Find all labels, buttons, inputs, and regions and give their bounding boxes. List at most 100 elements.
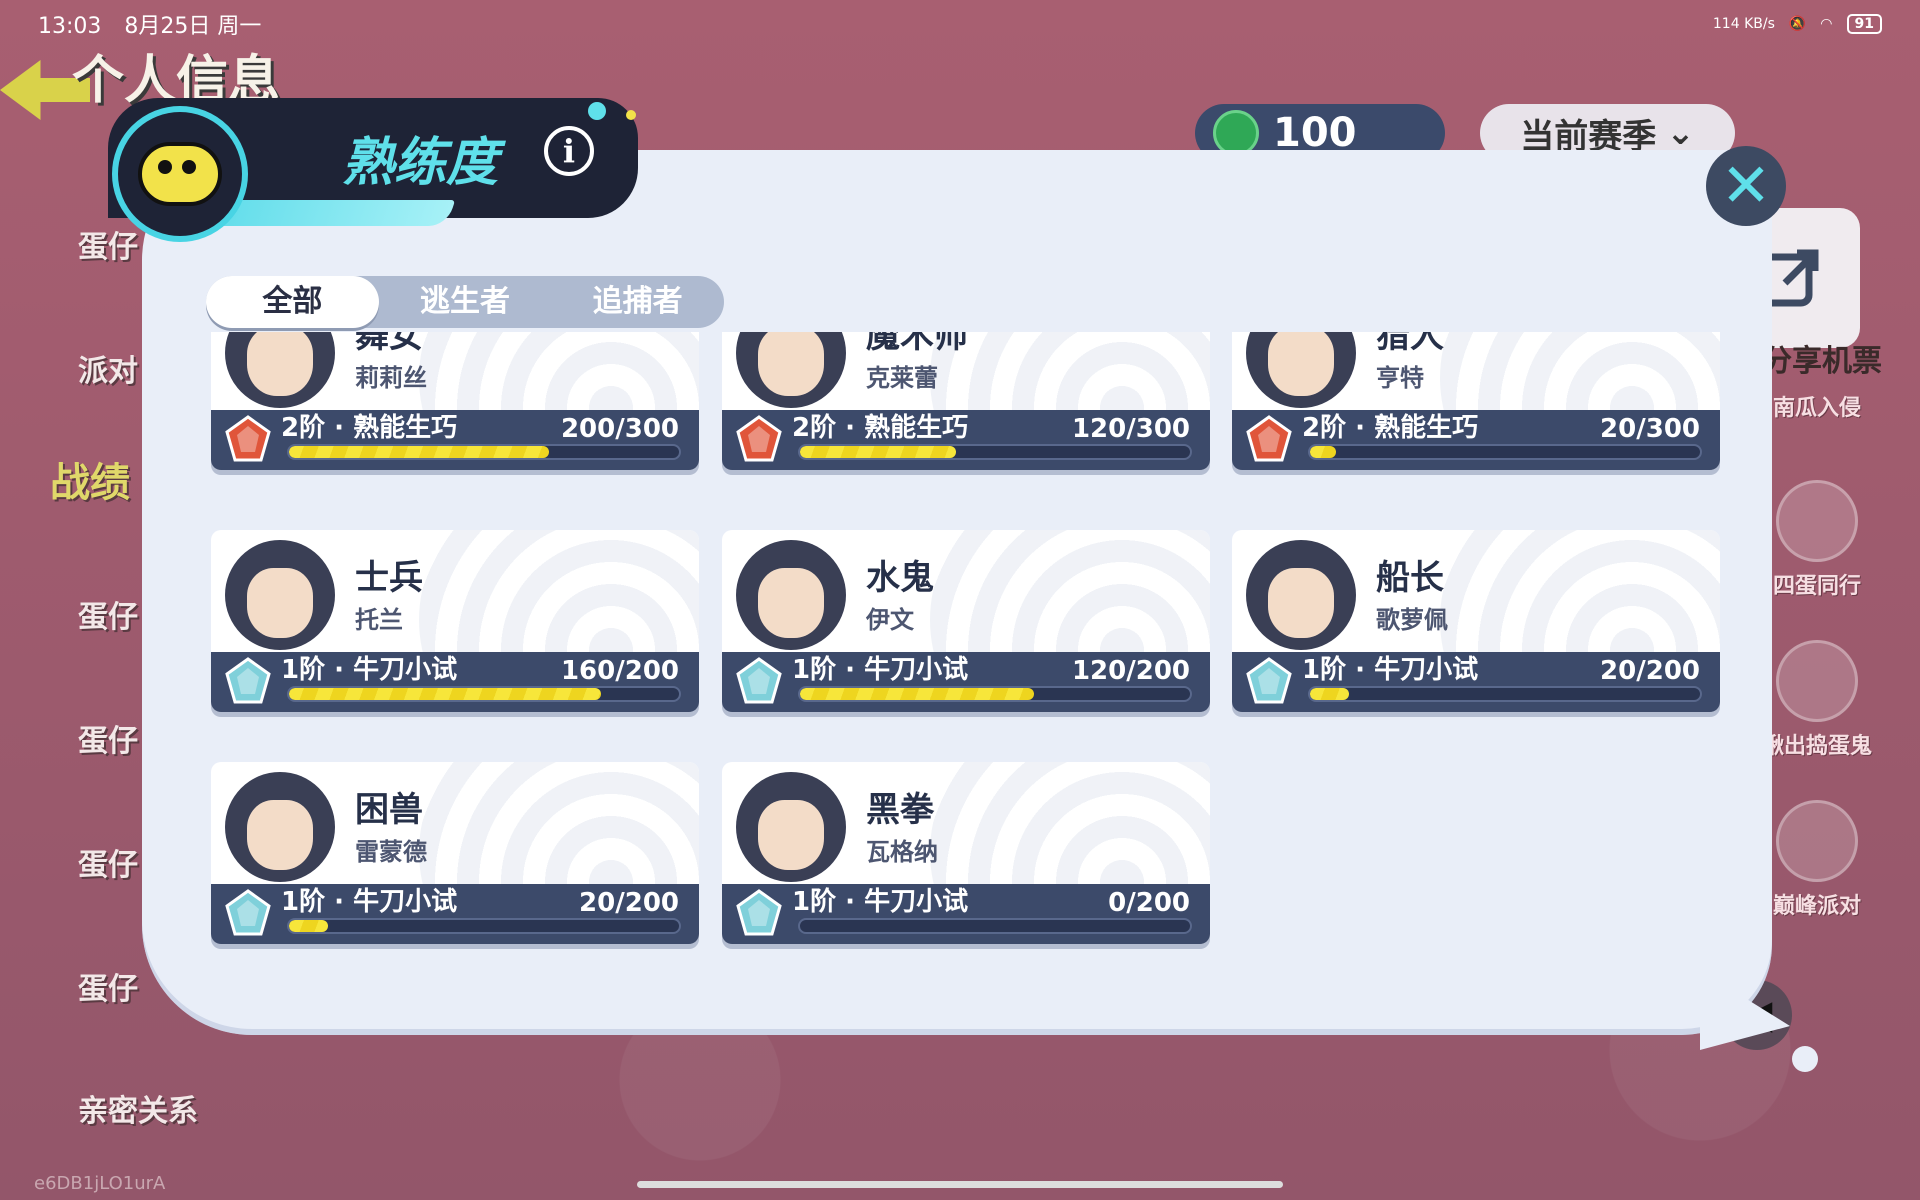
header-deco-dot bbox=[588, 102, 606, 120]
status-bar: 13:03 8月25日 周一 bbox=[38, 8, 277, 40]
proficiency-bar-area: 1阶 · 牛刀小试 120/200 bbox=[722, 652, 1210, 712]
progress-track bbox=[287, 444, 681, 460]
modal-tail-dot bbox=[1792, 1046, 1818, 1072]
progress-text: 0/200 bbox=[1108, 888, 1190, 918]
left-menu-item[interactable]: 派对 bbox=[78, 346, 138, 390]
character-name: 瓦格纳 bbox=[866, 838, 938, 866]
left-menu-item[interactable]: 蛋仔 bbox=[78, 964, 138, 1008]
left-menu-item[interactable]: 蛋仔 bbox=[78, 716, 138, 760]
rank-badge-icon bbox=[225, 889, 271, 936]
role-tabs: 全部 逃生者 追捕者 bbox=[206, 276, 724, 328]
character-card[interactable]: 猎人 亨特 2阶 · 熟能生巧 20/300 bbox=[1232, 332, 1720, 470]
proficiency-bar-area: 2阶 · 熟能生巧 120/300 bbox=[722, 410, 1210, 470]
progress-fill bbox=[800, 688, 1034, 700]
proficiency-bar-area: 1阶 · 牛刀小试 20/200 bbox=[211, 884, 699, 944]
header-deco-dot bbox=[626, 110, 636, 120]
rank-label: 2阶 · 熟能生巧 bbox=[1302, 413, 1479, 443]
progress-track bbox=[1308, 686, 1702, 702]
card-grid: 舞女 莉莉丝 2阶 · 熟能生巧 200/300 魔术师 克莱蕾 2阶 · 熟能… bbox=[206, 332, 1746, 992]
rank-label: 1阶 · 牛刀小试 bbox=[1302, 655, 1479, 685]
rank-badge-icon bbox=[225, 657, 271, 704]
left-menu-item[interactable]: 亲密关系 bbox=[78, 1086, 198, 1130]
rank-label: 1阶 · 牛刀小试 bbox=[281, 887, 458, 917]
character-name: 歌萝佩 bbox=[1376, 606, 1448, 634]
character-avatar bbox=[736, 772, 846, 882]
info-icon[interactable]: i bbox=[544, 126, 594, 176]
character-role: 猎人 bbox=[1376, 332, 1444, 356]
character-card[interactable]: 黑拳 瓦格纳 1阶 · 牛刀小试 0/200 bbox=[722, 762, 1210, 944]
tab-survivor[interactable]: 逃生者 bbox=[379, 276, 552, 328]
character-card[interactable]: 船长 歌萝佩 1阶 · 牛刀小试 20/200 bbox=[1232, 530, 1720, 712]
character-card[interactable]: 困兽 雷蒙德 1阶 · 牛刀小试 20/200 bbox=[211, 762, 699, 944]
rank-badge-icon bbox=[225, 415, 271, 462]
progress-fill bbox=[1310, 688, 1349, 700]
character-avatar bbox=[225, 540, 335, 650]
right-item-label: 巅峰派对 bbox=[1772, 894, 1861, 919]
left-menu-item[interactable]: 蛋仔 bbox=[78, 592, 138, 636]
status-right: 114 KB/s 🔕 ◠ 91 bbox=[1713, 14, 1882, 34]
character-name: 莉莉丝 bbox=[355, 364, 427, 392]
progress-text: 20/200 bbox=[579, 888, 679, 918]
character-card[interactable]: 士兵 托兰 1阶 · 牛刀小试 160/200 bbox=[211, 530, 699, 712]
mode-icon bbox=[1776, 800, 1858, 882]
progress-fill bbox=[289, 446, 549, 458]
progress-fill bbox=[289, 920, 328, 932]
progress-text: 20/200 bbox=[1600, 656, 1700, 686]
rank-badge-icon bbox=[736, 657, 782, 704]
egg-logo-icon bbox=[112, 106, 248, 242]
tab-all[interactable]: 全部 bbox=[206, 276, 379, 328]
rank-badge-icon bbox=[736, 415, 782, 462]
left-menu-item[interactable]: 蛋仔 bbox=[78, 222, 138, 266]
progress-track bbox=[287, 686, 681, 702]
character-role: 困兽 bbox=[355, 790, 423, 830]
progress-track bbox=[287, 918, 681, 934]
chevron-down-icon: ⌄ bbox=[1666, 113, 1695, 153]
rank-label: 1阶 · 牛刀小试 bbox=[792, 887, 969, 917]
magnifier-icon bbox=[1776, 640, 1858, 722]
left-menu-item-active[interactable]: 战绩 bbox=[50, 450, 130, 508]
character-card[interactable]: 魔术师 克莱蕾 2阶 · 熟能生巧 120/300 bbox=[722, 332, 1210, 470]
home-indicator[interactable] bbox=[637, 1181, 1283, 1188]
progress-text: 120/200 bbox=[1071, 656, 1190, 686]
left-menu-item[interactable]: 蛋仔 bbox=[78, 840, 138, 884]
mute-icon: 🔕 bbox=[1788, 16, 1807, 32]
status-date: 8月25日 周一 bbox=[124, 14, 262, 39]
character-card[interactable]: 水鬼 伊文 1阶 · 牛刀小试 120/200 bbox=[722, 530, 1210, 712]
user-id: e6DB1jLO1urA bbox=[34, 1173, 166, 1194]
character-avatar bbox=[736, 332, 846, 408]
right-item-label: 四蛋同行 bbox=[1772, 574, 1861, 599]
proficiency-bar-area: 1阶 · 牛刀小试 20/200 bbox=[1232, 652, 1720, 712]
progress-track bbox=[798, 444, 1192, 460]
progress-text: 120/300 bbox=[1071, 414, 1190, 444]
tab-hunter[interactable]: 追捕者 bbox=[551, 276, 724, 328]
character-avatar bbox=[225, 332, 335, 408]
character-name: 克莱蕾 bbox=[866, 364, 938, 392]
character-name: 亨特 bbox=[1376, 364, 1424, 392]
share-label: 分享机票 bbox=[1762, 344, 1882, 379]
character-name: 伊文 bbox=[866, 606, 914, 634]
right-item-label: 揪出捣蛋鬼 bbox=[1761, 734, 1872, 759]
rank-label: 2阶 · 熟能生巧 bbox=[281, 413, 458, 443]
character-name: 雷蒙德 bbox=[355, 838, 427, 866]
character-card[interactable]: 舞女 莉莉丝 2阶 · 熟能生巧 200/300 bbox=[211, 332, 699, 470]
character-role: 士兵 bbox=[355, 558, 423, 598]
character-avatar bbox=[1246, 540, 1356, 650]
progress-track bbox=[1308, 444, 1702, 460]
character-role: 水鬼 bbox=[866, 558, 934, 598]
rank-badge-icon bbox=[1246, 657, 1292, 704]
character-role: 魔术师 bbox=[866, 332, 968, 356]
character-role: 船长 bbox=[1376, 558, 1444, 598]
modal-title: 熟练度 bbox=[342, 133, 499, 193]
character-avatar bbox=[736, 540, 846, 650]
character-role: 黑拳 bbox=[866, 790, 934, 830]
character-name: 托兰 bbox=[355, 606, 403, 634]
progress-fill bbox=[1310, 446, 1336, 458]
progress-text: 20/300 bbox=[1600, 414, 1700, 444]
character-avatar bbox=[1246, 332, 1356, 408]
status-time: 13:03 bbox=[38, 14, 102, 39]
rank-badge-icon bbox=[1246, 415, 1292, 462]
proficiency-bar-area: 1阶 · 牛刀小试 0/200 bbox=[722, 884, 1210, 944]
close-button[interactable]: ✕ bbox=[1706, 146, 1786, 226]
right-item-label: 南瓜入侵 bbox=[1772, 396, 1861, 421]
character-role: 舞女 bbox=[355, 332, 423, 356]
